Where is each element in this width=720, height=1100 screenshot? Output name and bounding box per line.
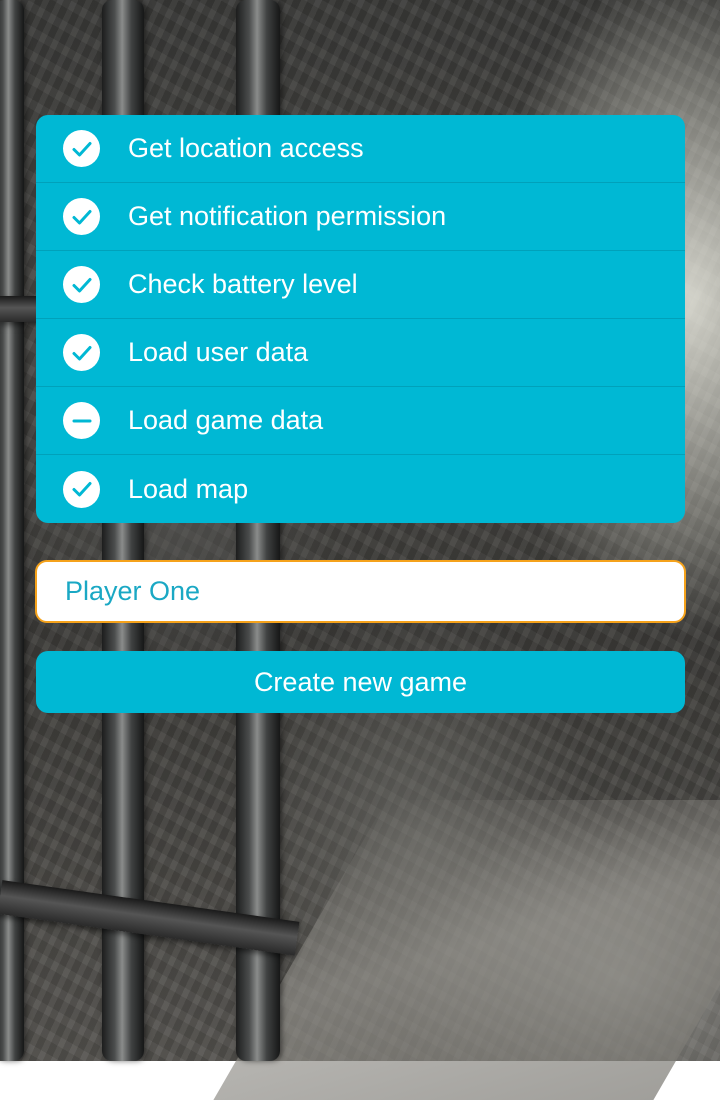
task-item-map: Load map xyxy=(36,455,685,523)
task-item-battery: Check battery level xyxy=(36,251,685,319)
task-item-notification: Get notification permission xyxy=(36,183,685,251)
create-new-game-button[interactable]: Create new game xyxy=(36,651,685,713)
task-item-game-data: Load game data xyxy=(36,387,685,455)
task-label: Load map xyxy=(128,473,249,504)
check-circle-icon xyxy=(63,470,100,508)
player-name-input[interactable] xyxy=(35,560,686,623)
check-circle-icon xyxy=(63,266,100,303)
task-item-user-data: Load user data xyxy=(36,319,685,387)
check-circle-icon xyxy=(63,130,100,167)
task-label: Load game data xyxy=(128,405,324,435)
minus-circle-icon xyxy=(63,402,100,439)
check-circle-icon xyxy=(63,198,100,235)
task-label: Get notification permission xyxy=(128,201,447,231)
task-label: Load user data xyxy=(128,337,309,367)
task-label: Check battery level xyxy=(128,269,358,299)
check-circle-icon xyxy=(63,334,100,371)
task-item-location: Get location access xyxy=(36,115,685,183)
loading-task-list: Get location access Get notification per… xyxy=(36,115,685,523)
task-label: Get location access xyxy=(128,133,364,163)
